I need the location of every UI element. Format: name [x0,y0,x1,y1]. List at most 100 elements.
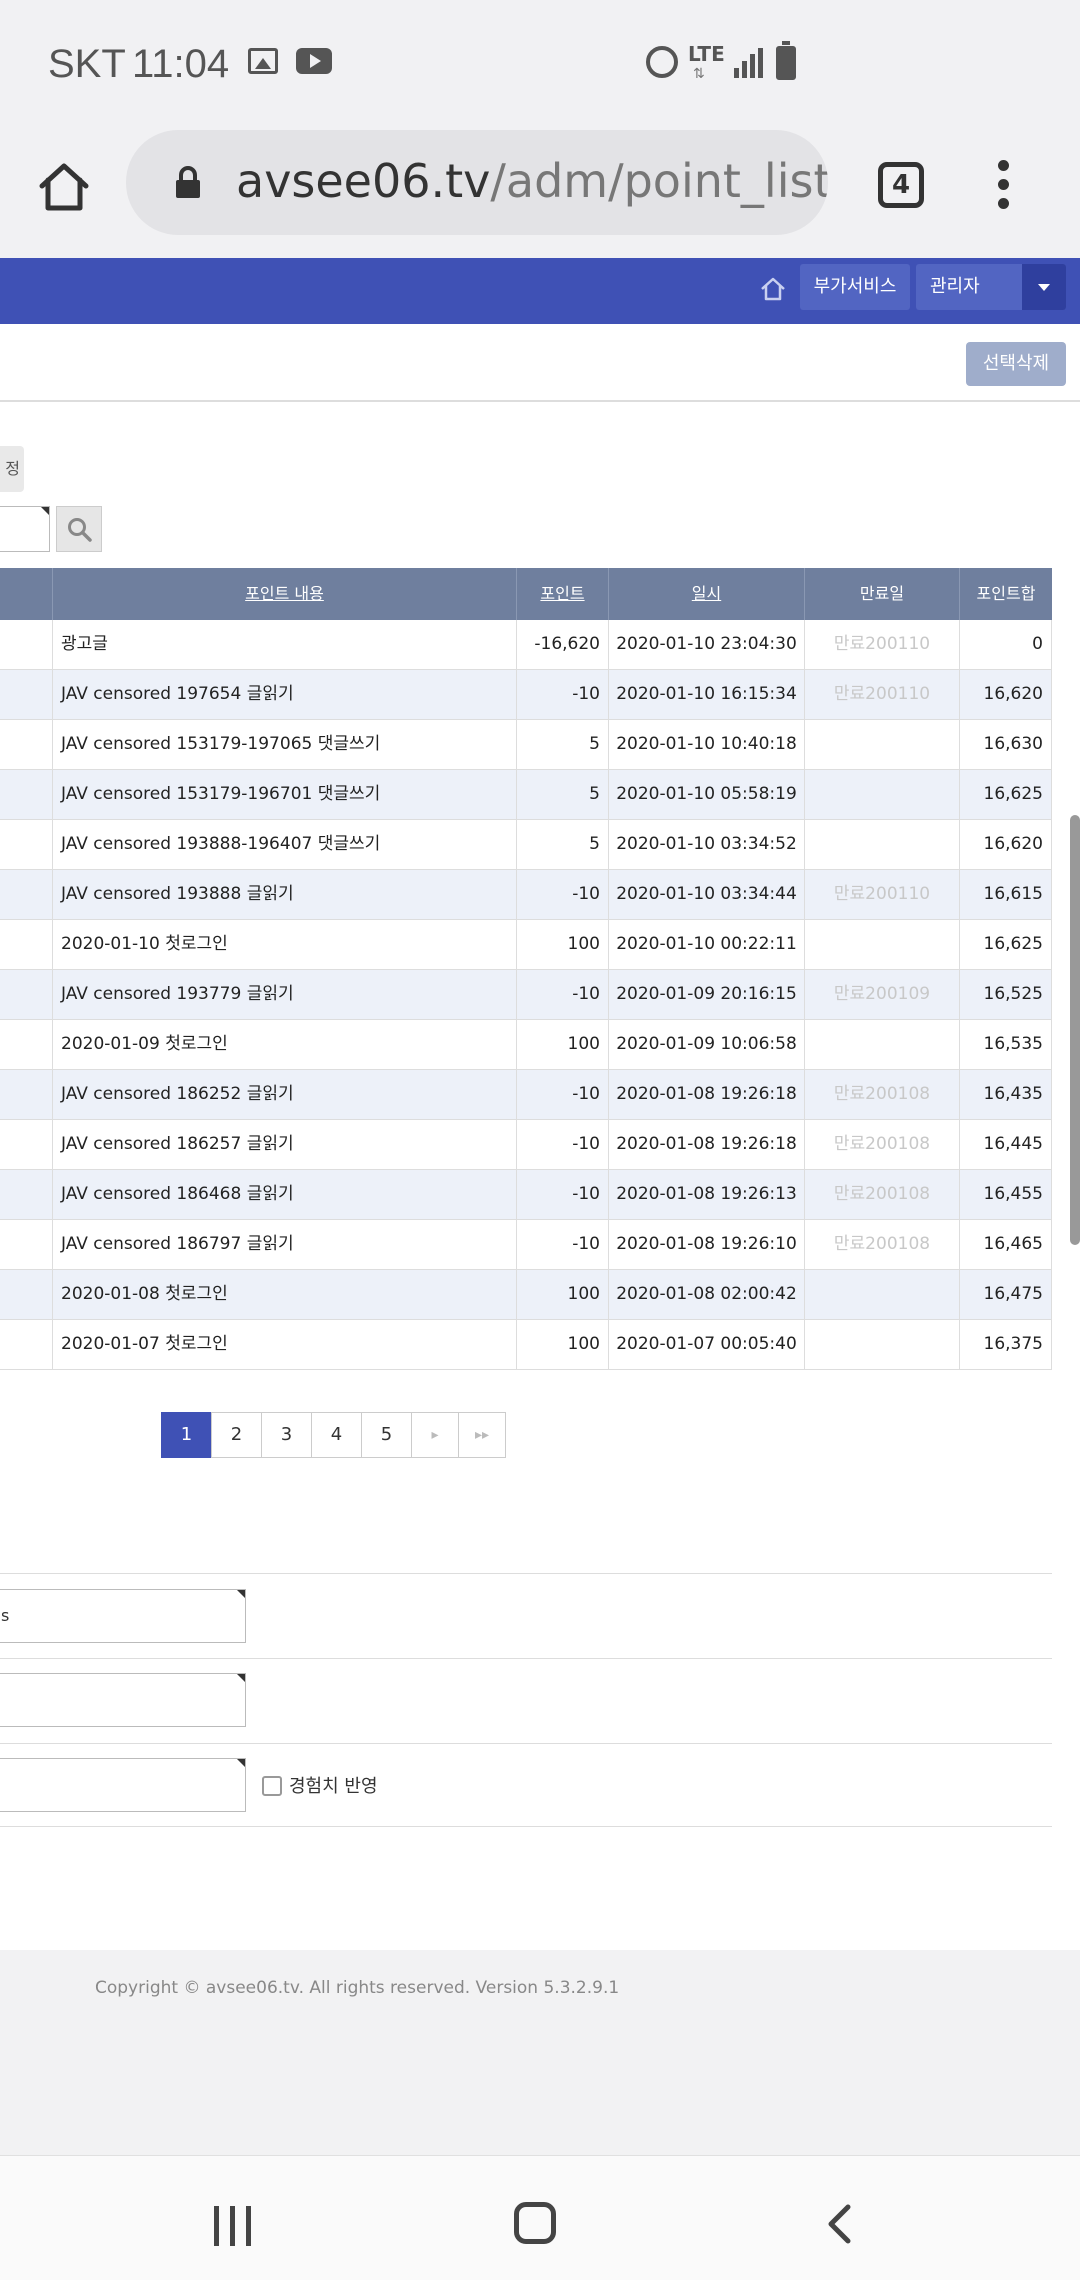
table-row[interactable]: JAV censored 186257 글읽기 -10 2020-01-08 19:… [0,1120,1052,1170]
next-page-button[interactable]: ▸ [411,1412,459,1458]
table-row[interactable]: JAV censored 153179-196701 댓글쓰기 5 2020-01-… [0,770,1052,820]
battery-icon [776,41,796,80]
tab-switcher-button[interactable]: 4 [878,162,924,208]
youtube-icon [296,48,332,74]
cell-datetime: 2020-01-10 00:22:11 [609,920,805,969]
search-input[interactable] [0,506,50,552]
cell-select[interactable] [0,820,53,869]
delete-selected-button[interactable]: 선택삭제 [966,342,1066,386]
cell-content: 광고글 [53,620,517,669]
table-row[interactable]: 2020-01-10 첫로그인 100 2020-01-10 00:22:11 16,… [0,920,1052,970]
url-bar[interactable]: avsee06.tv/adm/point_list.p [126,130,828,235]
page-4[interactable]: 4 [311,1412,362,1458]
cell-select[interactable] [0,1170,53,1219]
cell-select[interactable] [0,870,53,919]
cell-datetime: 2020-01-09 20:16:15 [609,970,805,1019]
cell-select[interactable] [0,1270,53,1319]
cell-total: 16,375 [960,1320,1052,1369]
col-header-expire: 만료일 [805,568,960,620]
cell-total: 16,625 [960,920,1052,969]
col-header-datetime[interactable]: 일시 [609,568,805,620]
point-amount-field[interactable] [0,1673,246,1727]
home-icon[interactable] [36,158,92,214]
cell-total: 16,630 [960,720,1052,769]
chevron-down-icon[interactable] [1022,264,1066,310]
table-row[interactable]: 2020-01-08 첫로그인 100 2020-01-08 02:00:42 16,… [0,1270,1052,1320]
more-menu-icon[interactable] [996,160,1012,210]
cell-content: JAV censored 193779 글읽기 [53,970,517,1019]
exp-apply-checkbox[interactable] [262,1776,282,1796]
last-page-button[interactable]: ▸▸ [458,1412,506,1458]
home-link-icon[interactable] [758,274,788,304]
page-scrollbar[interactable] [1070,815,1080,1245]
cell-total: 16,620 [960,670,1052,719]
cell-select[interactable] [0,920,53,969]
cell-expire: 만료200108 [805,1220,960,1269]
cell-datetime: 2020-01-08 02:00:42 [609,1270,805,1319]
cell-point: 5 [517,720,609,769]
cell-content: JAV censored 186797 글읽기 [53,1220,517,1269]
point-content-field[interactable]: s [0,1589,246,1643]
table-row[interactable]: JAV censored 186468 글읽기 -10 2020-01-08 19:… [0,1170,1052,1220]
back-icon[interactable] [826,2204,852,2244]
table-row[interactable]: JAV censored 193888 글읽기 -10 2020-01-10 03:… [0,870,1052,920]
page-1[interactable]: 1 [161,1412,212,1458]
cell-datetime: 2020-01-09 10:06:58 [609,1020,805,1069]
home-button-icon[interactable] [514,2202,556,2244]
cell-total: 16,475 [960,1270,1052,1319]
table-row[interactable]: 광고글 -16,620 2020-01-10 23:04:30 만료200110 0 [0,620,1052,670]
cell-select[interactable] [0,1070,53,1119]
cell-select[interactable] [0,770,53,819]
col-header-content[interactable]: 포인트 내용 [53,568,517,620]
page-3[interactable]: 3 [261,1412,312,1458]
page-5[interactable]: 5 [361,1412,412,1458]
status-bar: SKT 11:04 LTE ⇅ [0,0,1080,130]
cell-datetime: 2020-01-10 03:34:52 [609,820,805,869]
system-nav-bar [0,2155,1080,2280]
cell-content: 2020-01-07 첫로그인 [53,1320,517,1369]
cell-select[interactable] [0,670,53,719]
cell-total: 16,465 [960,1220,1052,1269]
cell-select[interactable] [0,1120,53,1169]
table-row[interactable]: JAV censored 193779 글읽기 -10 2020-01-09 20:… [0,970,1052,1020]
cell-total: 16,615 [960,870,1052,919]
point-expire-field[interactable] [0,1758,246,1812]
partial-button[interactable]: 정 [0,446,24,492]
cell-datetime: 2020-01-08 19:26:18 [609,1120,805,1169]
cell-total: 16,535 [960,1020,1052,1069]
cell-select[interactable] [0,720,53,769]
cell-select[interactable] [0,1220,53,1269]
exp-apply-label: 경험치 반영 [289,1776,378,1797]
table-row[interactable]: 2020-01-09 첫로그인 100 2020-01-09 10:06:58 16,… [0,1020,1052,1070]
checkbox-col-header [0,568,53,620]
recent-apps-icon[interactable] [214,2206,254,2246]
table-row[interactable]: JAV censored 193888-196407 댓글쓰기 5 2020-01-… [0,820,1052,870]
cell-select[interactable] [0,620,53,669]
table-row[interactable]: JAV censored 197654 글읽기 -10 2020-01-10 16:… [0,670,1052,720]
cell-total: 16,445 [960,1120,1052,1169]
table-row[interactable]: JAV censored 153179-197065 댓글쓰기 5 2020-01-… [0,720,1052,770]
cell-point: 100 [517,1320,609,1369]
footer: Copyright © avsee06.tv. All rights reser… [0,1950,1080,2155]
col-header-point[interactable]: 포인트 [517,568,609,620]
cell-point: -10 [517,970,609,1019]
cell-point: 5 [517,820,609,869]
cell-content: JAV censored 193888 글읽기 [53,870,517,919]
cell-select[interactable] [0,1020,53,1069]
cell-total: 0 [960,620,1052,669]
page-2[interactable]: 2 [211,1412,262,1458]
search-button[interactable] [56,506,102,552]
clock: 11:04 [132,42,230,86]
cell-select[interactable] [0,1320,53,1369]
cell-total: 16,525 [960,970,1052,1019]
cell-point: -10 [517,1170,609,1219]
table-row[interactable]: JAV censored 186252 글읽기 -10 2020-01-08 19:… [0,1070,1052,1120]
col-header-total: 포인트합 [976,584,1036,603]
table-row[interactable]: 2020-01-07 첫로그인 100 2020-01-07 00:05:40 16,… [0,1320,1052,1370]
addon-service-button[interactable]: 부가서비스 [800,264,910,310]
cell-datetime: 2020-01-10 05:58:19 [609,770,805,819]
cell-select[interactable] [0,970,53,1019]
action-bar: 선택삭제 [0,324,1080,402]
cell-content: 2020-01-09 첫로그인 [53,1020,517,1069]
table-row[interactable]: JAV censored 186797 글읽기 -10 2020-01-08 19:… [0,1220,1052,1270]
